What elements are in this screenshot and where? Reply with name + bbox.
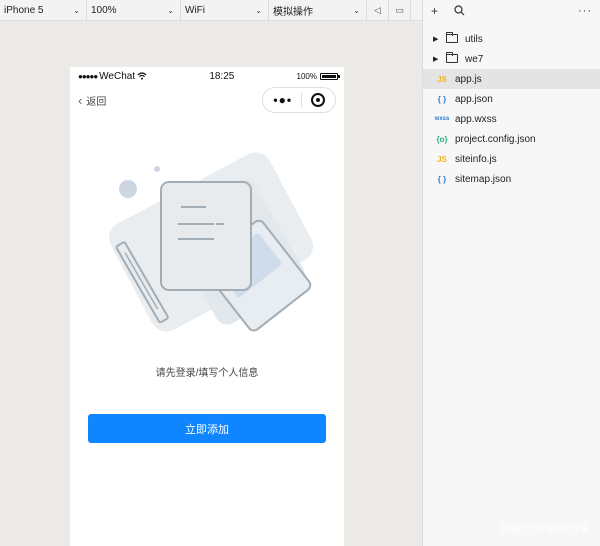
nav-bar: ‹ 返回 •●• [70,85,344,115]
back-button[interactable]: ‹ 返回 [78,93,106,108]
file-name: project.config.json [455,133,536,145]
wxss-file-icon: wxss [434,116,450,122]
file-name: app.json [455,93,493,105]
device-select-value: iPhone 5 [4,4,44,16]
file-tree-item[interactable]: JS siteinfo.js [423,149,600,169]
json-file-icon: { } [437,94,447,104]
file-tree-item[interactable]: {o} project.config.json [423,129,600,149]
add-now-button[interactable]: 立即添加 [88,414,326,443]
chevron-down-icon: ⌄ [353,5,360,15]
device-select[interactable]: iPhone 5 ⌄ [0,0,87,21]
capsule-divider [300,93,302,107]
status-time: 18:25 [209,70,235,82]
file-name: app.wxss [455,113,497,125]
file-name: we7 [465,53,484,65]
file-name: siteinfo.js [455,153,497,165]
watermark: 百家号/好源码分享 [498,523,590,535]
zoom-select-value: 100% [91,4,117,16]
js-file-icon: JS [437,154,447,164]
simulator-toolbar: iPhone 5 ⌄ 100% ⌄ WiFi ⌄ 模拟操作 ⌄ ◁ ▭ [0,0,422,21]
phone-screen: ●●●●● WeChat 18:25 100% ‹ 返回 •●• 请先登录/填写… [70,67,344,546]
mute-button[interactable]: ◁ [367,0,389,21]
file-tree-item[interactable]: { } app.json [423,89,600,109]
file-tree-item[interactable]: wxss app.wxss [423,109,600,129]
carrier-info: ●●●●● WeChat [78,71,147,82]
decor-dot-large [119,180,137,198]
signal-icon: ●●●●● [78,71,98,81]
file-name: sitemap.json [455,173,512,185]
chevron-down-icon: ⌄ [73,5,80,15]
status-bar: ●●●●● WeChat 18:25 100% [70,67,344,85]
file-explorer: + ··· ▶ utils ▶ we7 JS app.js { } app.json wxss a… [422,0,600,546]
file-tree-item[interactable]: JS app.js [423,69,600,89]
zoom-select[interactable]: 100% ⌄ [87,0,181,21]
folder-icon [443,31,461,45]
more-icon[interactable]: •●• [273,93,292,107]
js-file-icon: JS [437,74,447,84]
chevron-left-icon: ‹ [78,92,83,108]
file-tree: ▶ utils ▶ we7 JS app.js { } app.json wxss app.wxs… [423,29,600,189]
json-file-icon: { } [437,174,447,184]
operation-select[interactable]: 模拟操作 ⌄ [269,0,367,21]
decor-dot-small [154,166,160,172]
folder-icon [443,51,461,65]
carrier-name: WeChat [99,70,136,82]
close-icon[interactable] [310,93,325,107]
battery-percent: 100% [296,71,317,81]
add-file-icon[interactable]: + [431,4,438,18]
config-file-icon: {o} [436,134,448,144]
main-document [160,181,252,291]
operation-select-value: 模拟操作 [273,6,313,18]
file-name: utils [465,33,483,45]
search-icon[interactable] [454,5,465,16]
simulator-canvas: ●●●●● WeChat 18:25 100% ‹ 返回 •●• 请先登录/填写… [0,21,422,546]
caret-right-icon[interactable]: ▶ [433,55,443,63]
mini-program-capsule: •●• [262,87,336,113]
network-select[interactable]: WiFi ⌄ [181,0,269,21]
wifi-icon [137,72,147,80]
empty-state-illustration [109,152,313,332]
window-icon: ▭ [395,4,404,15]
battery-indicator: 100% [296,71,340,81]
popout-button[interactable]: ▭ [389,0,411,21]
battery-icon [320,72,340,80]
more-options-icon[interactable]: ··· [578,5,592,17]
caret-right-icon[interactable]: ▶ [433,35,443,43]
chevron-down-icon: ⌄ [255,5,262,15]
file-name: app.js [455,73,482,85]
explorer-toolbar: + ··· [423,0,600,21]
back-label: 返回 [86,96,107,108]
network-select-value: WiFi [185,4,205,16]
chevron-down-icon: ⌄ [167,5,174,15]
file-tree-item[interactable]: { } sitemap.json [423,169,600,189]
file-tree-item[interactable]: ▶ utils [423,29,600,49]
speaker-icon: ◁ [374,4,381,15]
empty-state-message: 请先登录/填写个人信息 [155,368,259,379]
file-tree-item[interactable]: ▶ we7 [423,49,600,69]
